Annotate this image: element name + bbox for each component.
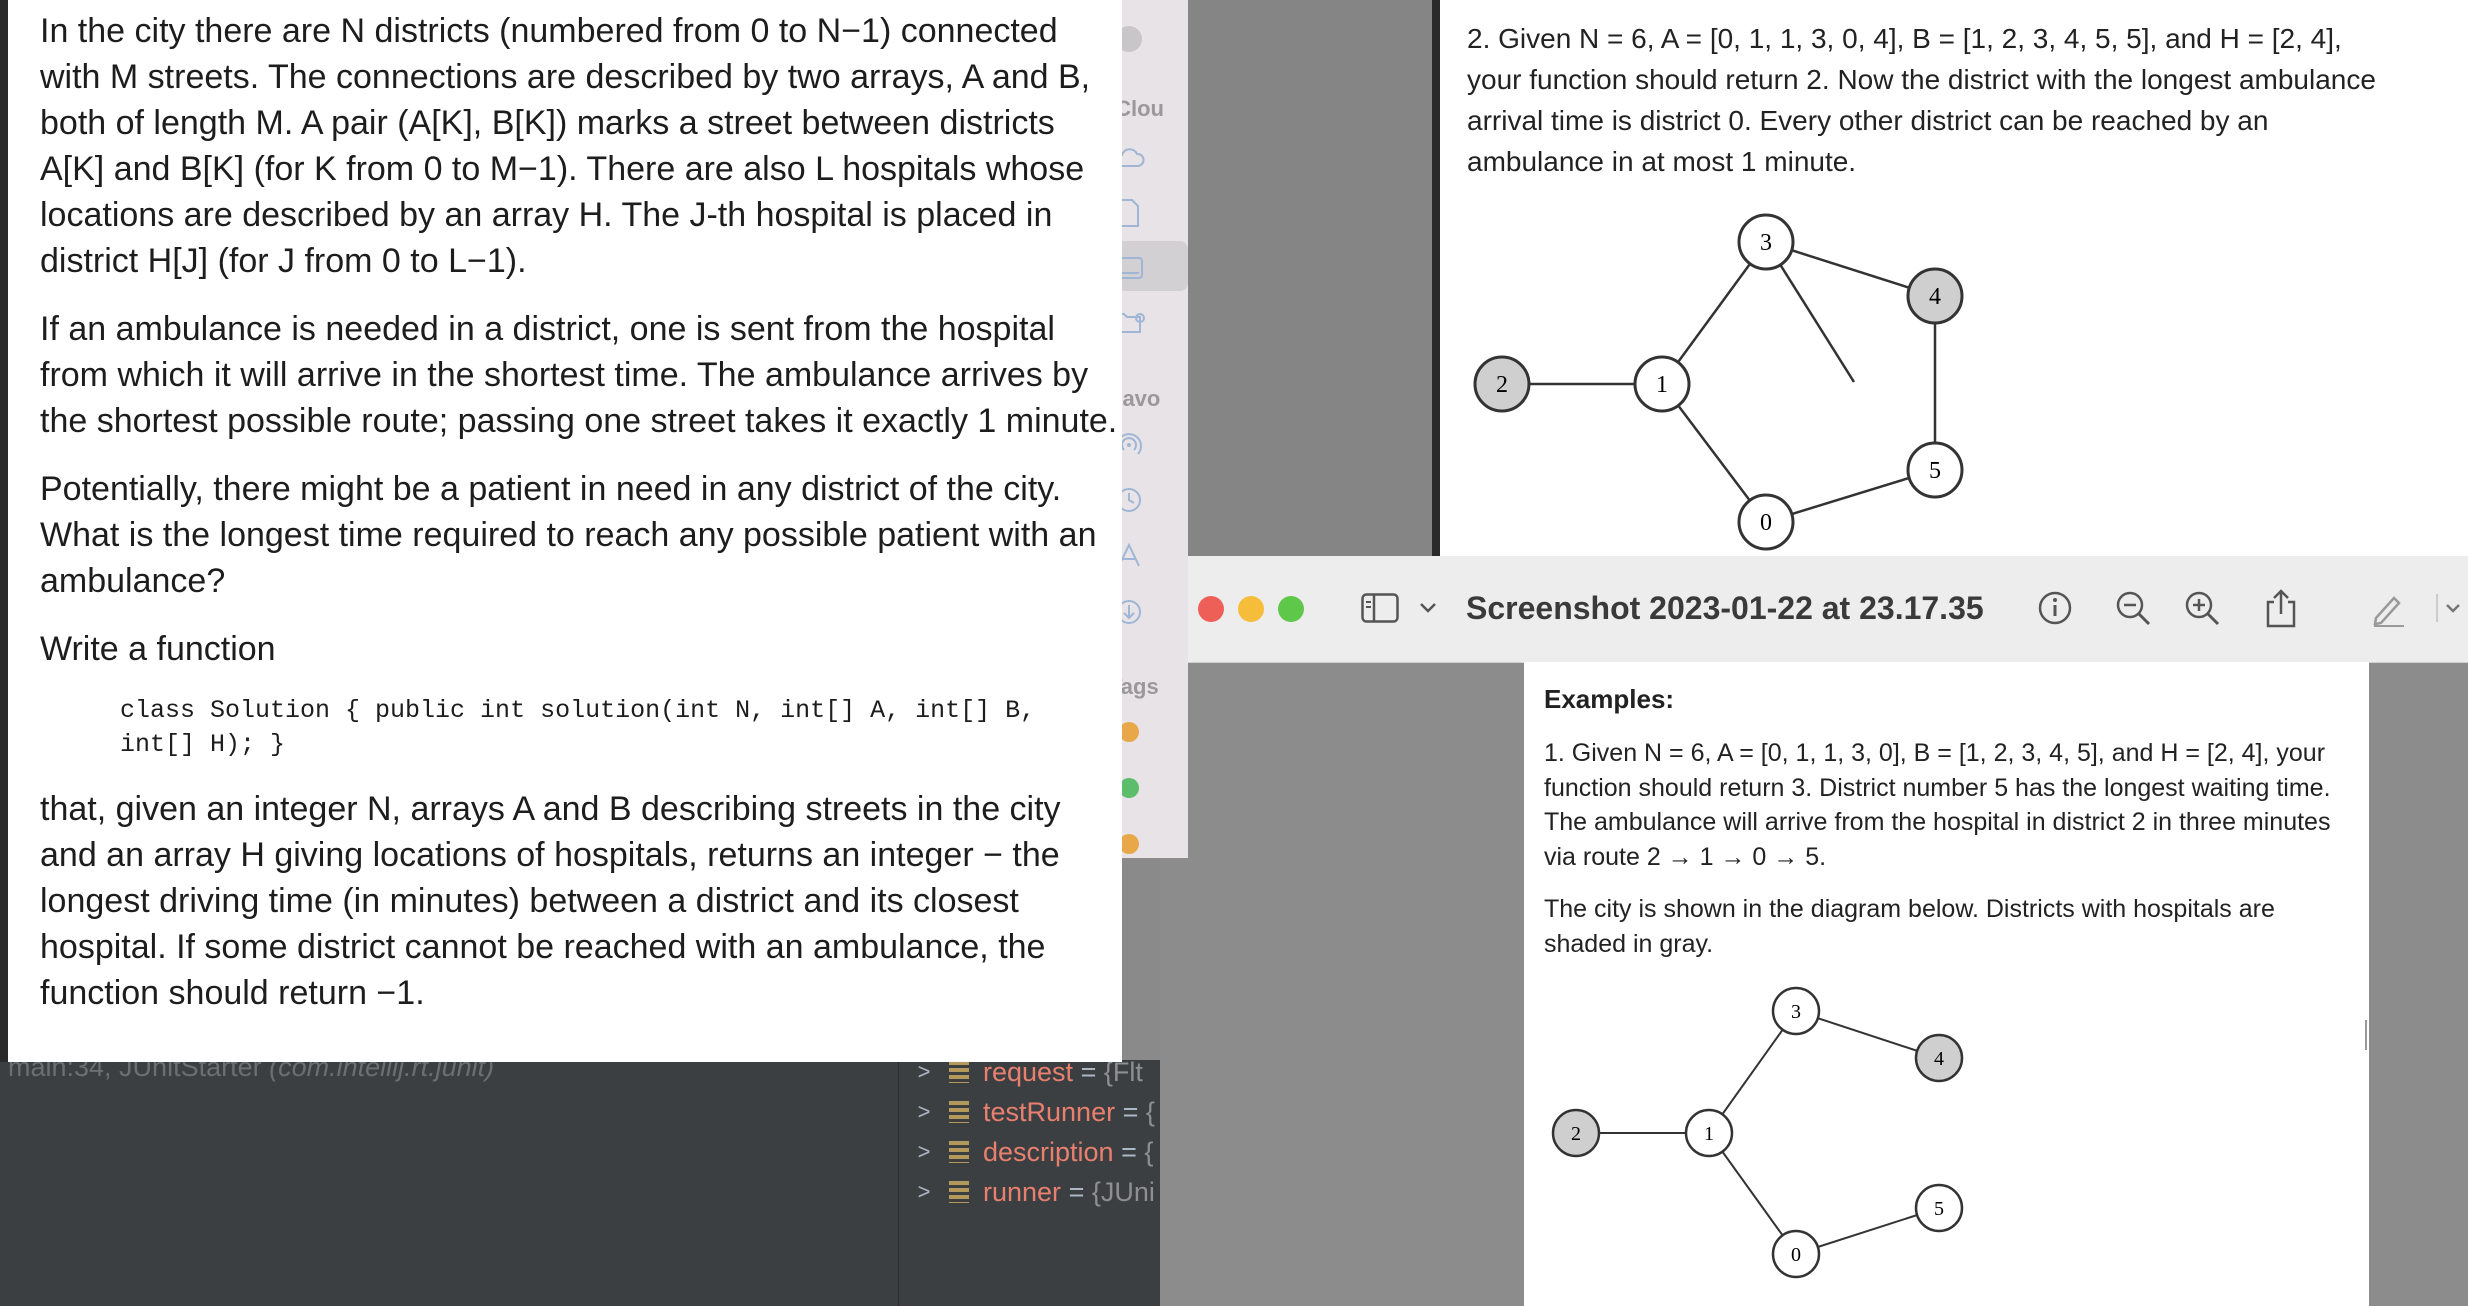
field-icon	[949, 1061, 969, 1083]
zoom-in-icon[interactable]	[2180, 586, 2224, 630]
markup-chevron-icon[interactable]	[2432, 586, 2468, 630]
svg-text:1: 1	[1704, 1123, 1714, 1145]
problem-paragraph-3: Potentially, there might be a patient in…	[40, 470, 1097, 600]
chevron-right-icon[interactable]: >	[913, 1059, 935, 1085]
graph1-node-0: 0	[1771, 1229, 1821, 1279]
minimize-window-button[interactable]	[1238, 596, 1264, 622]
example-2-graph: 3 4 2 1 5 0	[1473, 213, 1964, 551]
tag-yellow-dot[interactable]	[1119, 834, 1139, 854]
svg-text:4: 4	[1929, 284, 1941, 310]
field-icon	[949, 1181, 969, 1203]
frames-pane: main:34, JUnitStarter (com.intellij.rt.j…	[0, 1052, 898, 1306]
graph1-node-3: 3	[1771, 986, 1821, 1036]
chevron-right-icon[interactable]: >	[913, 1139, 935, 1165]
svg-text:0: 0	[1791, 1244, 1801, 1266]
chevron-down-icon[interactable]	[1408, 586, 1448, 630]
graph2-node-1: 1	[1633, 355, 1691, 413]
svg-text:3: 3	[1791, 1001, 1801, 1023]
svg-text:2: 2	[1571, 1123, 1581, 1145]
variables-pane: > request = {Flt > testRunner = { > descrip…	[899, 1057, 1160, 1306]
sidebar-toggle-icon[interactable]	[1358, 586, 1402, 630]
field-icon	[949, 1101, 969, 1123]
graph1-node-1: 1	[1684, 1108, 1734, 1158]
preview-window-title: Screenshot 2023-01-22 at 23.17.35	[1466, 590, 1984, 626]
graph1-node-2: 2	[1551, 1108, 1601, 1158]
example-1-graph: 3 4 2 1 5 0	[1551, 986, 1964, 1279]
zoom-out-icon[interactable]	[2111, 586, 2155, 630]
svg-text:1: 1	[1656, 372, 1668, 398]
graph1-node-5: 5	[1914, 1183, 1964, 1233]
variable-row-description[interactable]: > description = {	[913, 1132, 1154, 1172]
variable-row-testrunner[interactable]: > testRunner = {	[913, 1092, 1155, 1132]
variable-row-runner[interactable]: > runner = {JUni	[913, 1172, 1155, 1212]
close-window-button[interactable]	[1198, 596, 1224, 622]
svg-text:5: 5	[1934, 1198, 1944, 1220]
examples-heading: Examples:	[1544, 684, 1675, 714]
svg-text:3: 3	[1760, 230, 1772, 256]
share-icon[interactable]	[2259, 586, 2303, 630]
chevron-right-icon[interactable]: >	[913, 1099, 935, 1125]
field-icon	[949, 1141, 969, 1163]
function-signature-code: class Solution { public int solution(int…	[120, 696, 1036, 759]
problem-paragraph-4: Write a function	[40, 630, 276, 668]
problem-paragraph-5: that, given an integer N, arrays A and B…	[40, 790, 1061, 1012]
graph2-node-4: 4	[1906, 267, 1964, 325]
ide-debugger-panel: main:34, JUnitStarter (com.intellij.rt.j…	[0, 1052, 1160, 1306]
diagram-caption: The city is shown in the diagram below. …	[1544, 895, 2275, 958]
zoom-window-button[interactable]	[1278, 596, 1304, 622]
tag-green-dot[interactable]	[1119, 778, 1139, 798]
tag-orange-dot[interactable]	[1119, 722, 1139, 742]
graph2-node-3: 3	[1737, 213, 1795, 271]
graph2-node-5: 5	[1906, 441, 1964, 499]
svg-text:4: 4	[1934, 1048, 1944, 1070]
example-1-text: 1. Given N = 6, A = [0, 1, 1, 3, 0], B =…	[1544, 739, 2331, 871]
info-icon[interactable]	[2033, 586, 2077, 630]
svg-text:2: 2	[1496, 372, 1508, 398]
problem-paragraph-1: In the city there are N districts (numbe…	[40, 12, 1091, 280]
graph2-node-0: 0	[1737, 493, 1795, 551]
chevron-right-icon[interactable]: >	[913, 1179, 935, 1205]
markup-pen-icon[interactable]	[2366, 586, 2410, 630]
svg-text:0: 0	[1760, 510, 1772, 536]
problem-statement: In the city there are N districts (numbe…	[40, 8, 1120, 1038]
window-edge	[1432, 0, 1440, 556]
problem-statement-window: In the city there are N districts (numbe…	[0, 0, 1122, 1062]
graph1-node-4: 4	[1914, 1033, 1964, 1083]
svg-text:5: 5	[1929, 458, 1941, 484]
graph2-node-2: 2	[1473, 355, 1531, 413]
problem-paragraph-2: If an ambulance is needed in a district,…	[40, 310, 1118, 440]
